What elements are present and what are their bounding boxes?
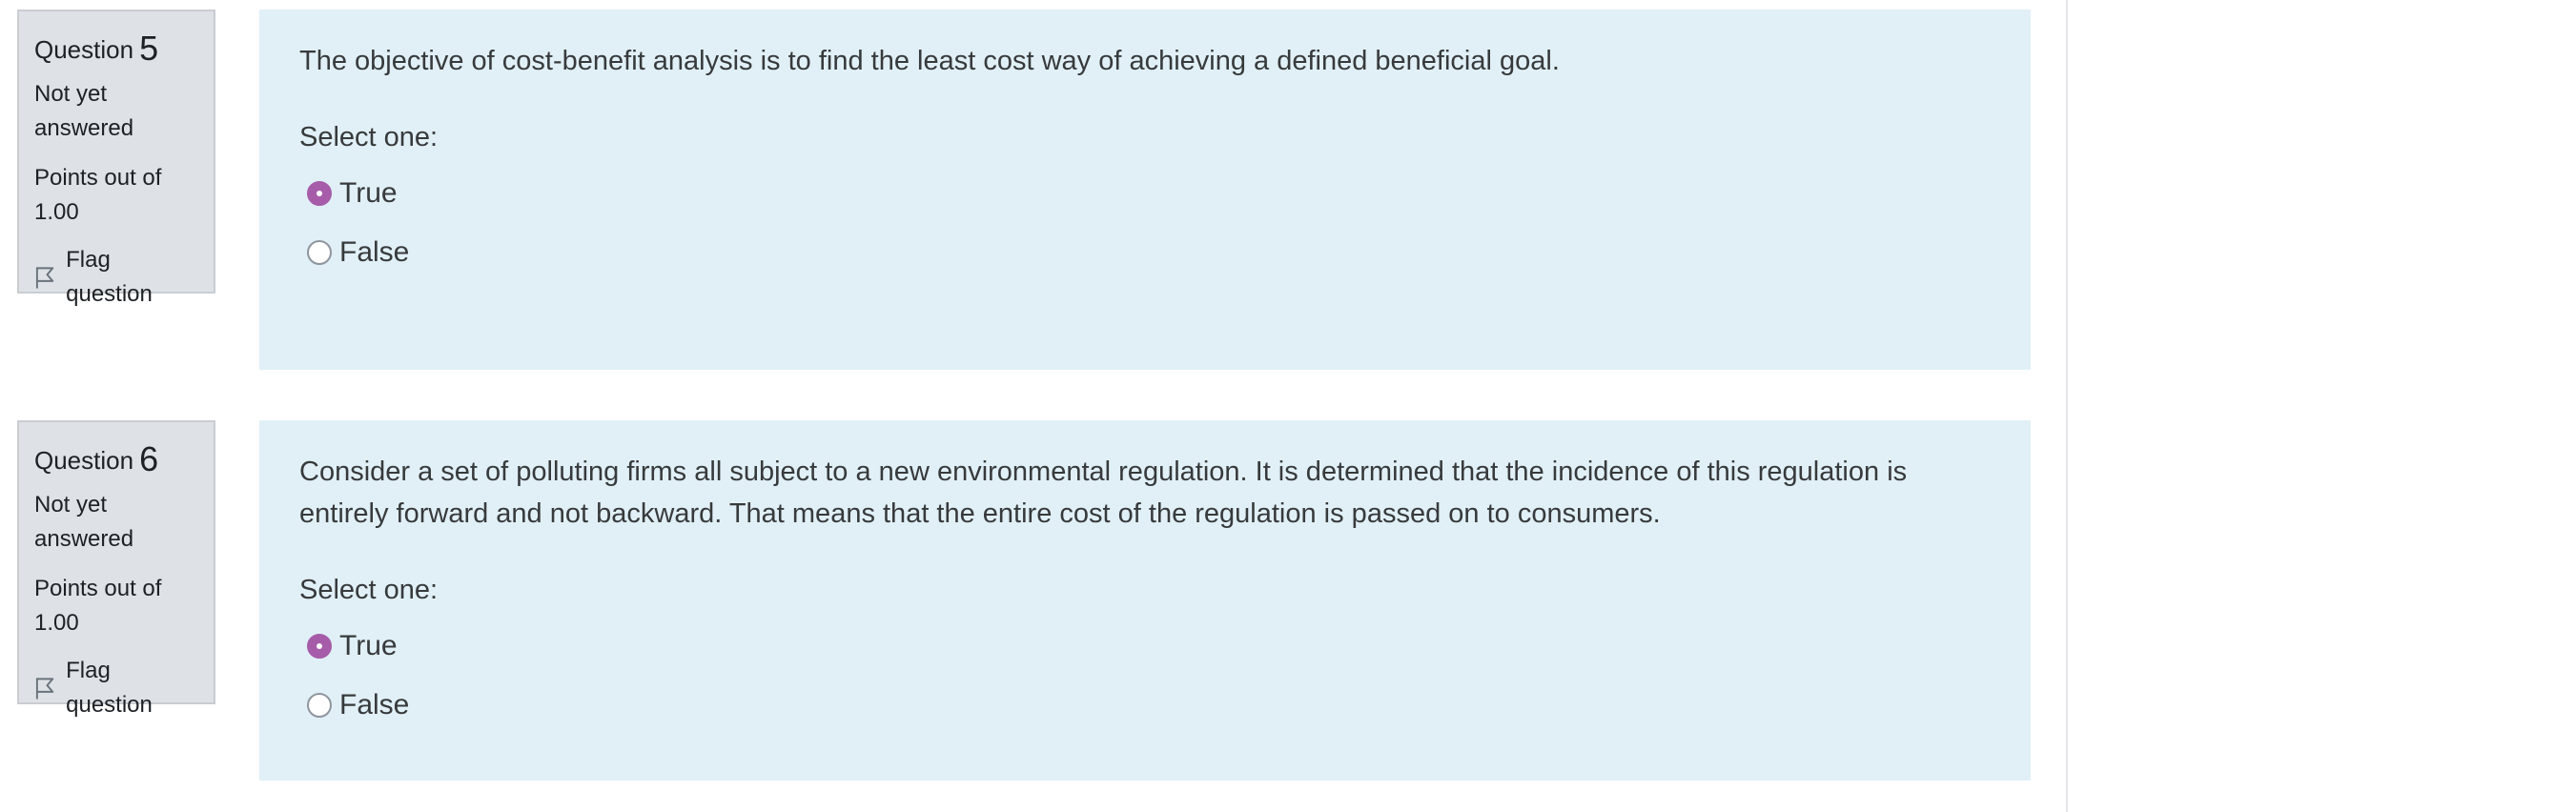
answer-options: True False xyxy=(299,617,1991,735)
question-6: Question 6 Not yet answered Points out of… xyxy=(0,420,2040,782)
question-state: Not yet answered xyxy=(34,492,134,552)
question-content: The objective of cost-benefit analysis i… xyxy=(259,10,2031,370)
answer-prompt: Select one: xyxy=(299,122,439,152)
answer-option-false[interactable]: False xyxy=(299,676,1991,735)
flag-question-button[interactable]: Flag question xyxy=(34,243,198,312)
question-grade: Points out of 1.00 xyxy=(34,576,162,636)
answer-option-label[interactable]: True xyxy=(339,630,398,662)
radio-false[interactable] xyxy=(307,693,332,718)
answer-option-false[interactable]: False xyxy=(299,223,1991,282)
question-label: Question xyxy=(34,446,134,475)
question-state: Not yet answered xyxy=(34,81,134,141)
question-info: Question 6 Not yet answered Points out of… xyxy=(17,420,215,718)
flag-question-label: Flag question xyxy=(66,247,153,307)
answer-options: True False xyxy=(299,164,1991,282)
question-grade: Points out of 1.00 xyxy=(34,165,162,225)
question-label: Question xyxy=(34,35,134,64)
question-text: The objective of cost-benefit analysis i… xyxy=(299,46,1560,76)
answer-option-label[interactable]: False xyxy=(339,689,409,721)
question-content: Consider a set of polluting firms all su… xyxy=(259,420,2031,781)
radio-true-selected[interactable] xyxy=(307,181,332,206)
flag-question-label: Flag question xyxy=(66,658,153,718)
question-5: Question 5 Not yet answered Points out of… xyxy=(0,10,2040,372)
question-number-value: 6 xyxy=(139,439,159,478)
radio-true-selected[interactable] xyxy=(307,634,332,659)
answer-option-true[interactable]: True xyxy=(299,617,1991,676)
flag-icon xyxy=(35,267,54,289)
answer-prompt: Select one: xyxy=(299,575,439,605)
right-column-divider xyxy=(2066,0,2068,812)
question-number: Question 6 xyxy=(34,439,198,480)
question-text: Consider a set of polluting firms all su… xyxy=(299,457,1908,529)
flag-question-button[interactable]: Flag question xyxy=(34,654,198,722)
radio-false[interactable] xyxy=(307,240,332,265)
answer-option-label[interactable]: True xyxy=(339,177,398,210)
question-number-value: 5 xyxy=(139,29,159,68)
answer-option-label[interactable]: False xyxy=(339,236,409,269)
question-number: Question 5 xyxy=(34,29,198,70)
question-info: Question 5 Not yet answered Points out of… xyxy=(17,10,215,307)
answer-option-true[interactable]: True xyxy=(299,164,1991,223)
flag-icon xyxy=(35,678,54,700)
